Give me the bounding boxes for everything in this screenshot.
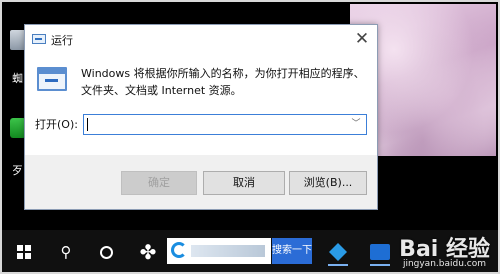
run-program-icon — [37, 67, 67, 91]
windows-icon — [17, 245, 31, 259]
dialog-description: Windows 将根据你所输入的名称，为你打开相应的程序、文件夹、文档或 Int… — [81, 67, 365, 97]
ok-button[interactable]: 确定 — [121, 171, 197, 195]
run-window-taskbar-icon — [370, 244, 390, 260]
text-caret — [87, 118, 88, 131]
pinwheel-icon: ✤ — [139, 240, 157, 264]
desktop-shortcut-label: 蜘 — [12, 72, 23, 85]
dialog-title: 运行 — [51, 34, 73, 47]
open-input[interactable] — [89, 116, 339, 133]
desktop-app-label: 歹 — [12, 164, 23, 177]
active-indicator — [370, 264, 390, 266]
cancel-button[interactable]: 取消 — [203, 171, 285, 195]
browse-button[interactable]: 浏览(B)... — [289, 171, 367, 195]
dialog-content: Windows 将根据你所输入的名称，为你打开相应的程序、文件夹、文档或 Int… — [25, 53, 377, 155]
open-label: 打开(O): — [35, 118, 78, 131]
task-view-button[interactable] — [86, 230, 126, 274]
open-combobox[interactable]: ﹀ — [83, 114, 367, 135]
close-button[interactable]: ✕ — [351, 28, 373, 50]
watermark-site: jingyan.baidu.com — [402, 259, 486, 269]
taskbar-app-1[interactable] — [322, 236, 354, 268]
run-dialog: 运行 ✕ Windows 将根据你所输入的名称，为你打开相应的程序、文件夹、文档… — [24, 24, 378, 210]
run-window-icon — [32, 34, 46, 44]
search-icon: ⚲ — [60, 243, 72, 261]
pinned-app-button[interactable]: ✤ — [128, 230, 168, 274]
start-button[interactable] — [4, 230, 44, 274]
browser-search-box[interactable] — [167, 238, 271, 264]
search-button[interactable]: ⚲ — [46, 230, 86, 274]
app-settings-icon — [329, 243, 347, 261]
dialog-titlebar[interactable]: 运行 ✕ — [25, 25, 377, 53]
search-submit-button[interactable]: 搜索一下 — [272, 238, 312, 264]
active-indicator — [328, 264, 348, 266]
task-view-icon — [99, 245, 113, 259]
browser-logo-icon — [171, 242, 187, 258]
chevron-down-icon[interactable]: ﹀ — [350, 118, 362, 130]
taskbar-app-2[interactable] — [364, 236, 396, 268]
search-field-content — [191, 245, 265, 257]
